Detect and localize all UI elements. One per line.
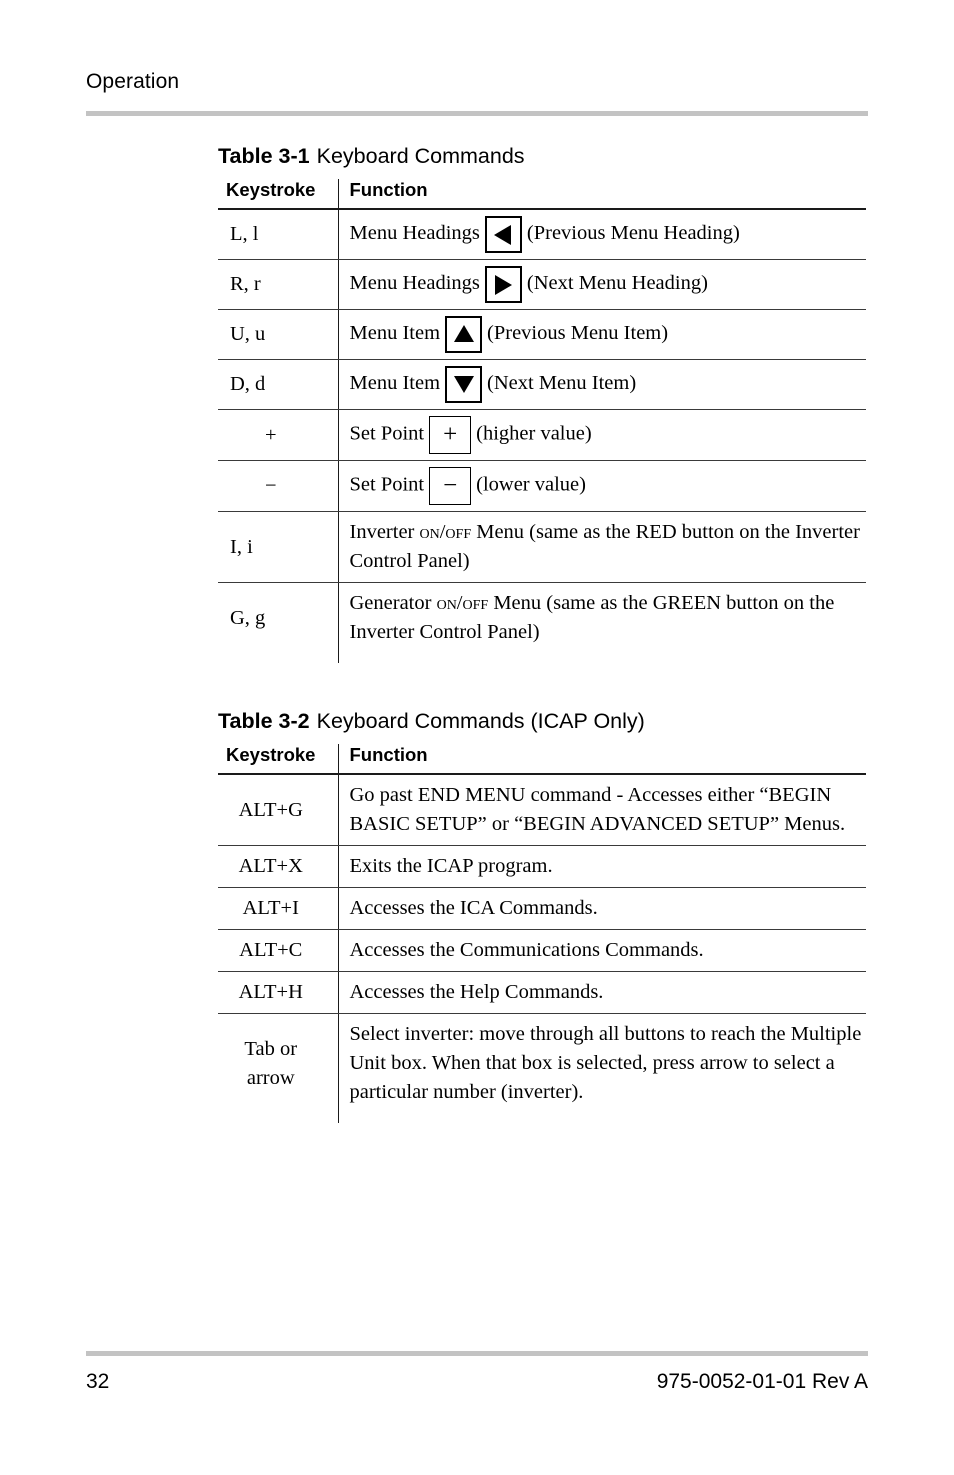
table-3-1-header-row: Keystroke Function (218, 179, 866, 210)
function-text-after: (higher value) (476, 422, 592, 445)
column-header-keystroke: Keystroke (218, 179, 339, 210)
column-header-function: Function (338, 744, 866, 775)
function-text-after: (Next Menu Item) (487, 372, 637, 395)
function-cell: Menu Headings (Next Menu Heading) (338, 259, 866, 310)
keystroke-cell: U, u (218, 309, 339, 360)
column-header-keystroke: Keystroke (218, 744, 339, 775)
table-row: L, l Menu Headings (Previous Menu Heading… (218, 209, 866, 260)
table-row: − Set Point − (lower value) (218, 460, 866, 512)
function-cell: Generator ON/OFF Menu (same as the GREEN… (338, 583, 866, 664)
function-text-before: Menu Headings (349, 222, 480, 245)
function-text-after: (Next Menu Heading) (526, 272, 708, 295)
arrow-right-icon (484, 266, 522, 303)
on-off-smallcaps: ON/OFF (436, 592, 489, 614)
table-row: ALT+I Accesses the ICA Commands. (218, 887, 866, 930)
function-cell: Accesses the Help Commands. (338, 971, 866, 1014)
function-text-before: Set Point (349, 422, 425, 445)
running-head: Operation (86, 70, 180, 93)
keystroke-cell: − (218, 460, 339, 512)
keystroke-cell: R, r (218, 259, 339, 310)
page-number: 32 (86, 1370, 110, 1393)
keystroke-cell: ALT+C (218, 929, 339, 972)
table-spacer (218, 663, 866, 707)
function-cell: Select inverter: move through all button… (349, 1023, 862, 1103)
table-row: ALT+G Go past END MENU command - Accesse… (218, 774, 866, 846)
table-row: ALT+X Exits the ICAP program. (218, 845, 866, 888)
header-rule (86, 111, 868, 116)
minus-icon: − (429, 467, 472, 505)
keystroke-cell: ALT+H (218, 971, 339, 1014)
function-cell: Menu Headings (Previous Menu Heading) (338, 209, 866, 260)
document-reference: 975-0052-01-01 Rev A (656, 1370, 868, 1393)
table-row: D, d Menu Item (Next Menu Item) (218, 359, 866, 410)
keystroke-cell: + (218, 409, 339, 461)
keystroke-cell: L, l (218, 209, 339, 260)
table-3-2: Keystroke Function ALT+G Go past END MEN… (218, 744, 866, 1123)
table-row: G, g Generator ON/OFF Menu (same as the … (218, 582, 866, 664)
function-text-after: (lower value) (476, 473, 586, 496)
function-text-before: Menu Item (349, 372, 441, 395)
table-row: Tab or arrow Select inverter: move throu… (218, 1013, 866, 1123)
function-cell: Menu Item (Next Menu Item) (338, 359, 866, 410)
keystroke-cell: I, i (218, 511, 339, 583)
table-3-1-caption-title: Keyboard Commands (316, 144, 525, 168)
table-3-1: Keystroke Function L, l Menu Headings (Pr… (218, 179, 866, 663)
function-cell: Accesses the Communications Commands. (338, 929, 866, 972)
function-cell: Accesses the ICA Commands. (338, 887, 866, 930)
table-row: ALT+C Accesses the Communications Comman… (218, 929, 866, 972)
keystroke-cell: ALT+G (218, 774, 339, 846)
table-row: + Set Point + (higher value) (218, 409, 866, 461)
plus-icon: + (429, 416, 472, 454)
arrow-up-icon (445, 316, 483, 353)
keystroke-cell: ALT+X (218, 845, 339, 888)
function-cell: Inverter ON/OFF Menu (same as the RED bu… (338, 511, 866, 583)
column-header-function: Function (338, 179, 866, 210)
table-3-2-caption: Table 3-2 Keyboard Commands (ICAP Only) (218, 707, 866, 735)
table-row: ALT+H Accesses the Help Commands. (218, 971, 866, 1014)
page-content: Table 3-1 Keyboard Commands Keystroke Fun… (218, 142, 866, 1123)
arrow-down-icon (445, 366, 483, 403)
function-text-after: (Previous Menu Item) (487, 322, 669, 345)
document-page: Operation Table 3-1 Keyboard Commands Key… (0, 0, 954, 1475)
table-3-2-caption-number: Table 3-2 (218, 709, 310, 733)
function-cell: Menu Item (Previous Menu Item) (338, 309, 866, 360)
on-off-smallcaps: ON/OFF (419, 521, 472, 543)
function-text-lead: Inverter (349, 521, 420, 543)
keystroke-cell: Tab or arrow (218, 1013, 339, 1123)
table-3-1-caption-number: Table 3-1 (218, 144, 310, 168)
keystroke-cell: G, g (218, 582, 339, 663)
table-3-1-caption: Table 3-1 Keyboard Commands (218, 142, 866, 170)
function-cell: Exits the ICAP program. (338, 845, 866, 888)
keystroke-cell: D, d (218, 359, 339, 410)
function-text-before: Set Point (349, 473, 425, 496)
table-3-2-caption-title: Keyboard Commands (ICAP Only) (316, 709, 645, 733)
function-text-after: (Previous Menu Heading) (526, 222, 740, 245)
function-cell: Set Point + (higher value) (338, 409, 866, 461)
table-row: U, u Menu Item (Previous Menu Item) (218, 309, 866, 360)
table-row: R, r Menu Headings (Next Menu Heading) (218, 259, 866, 310)
function-text-before: Menu Item (349, 322, 441, 345)
footer-rule (86, 1351, 868, 1356)
function-cell: Go past END MENU command - Accesses eith… (338, 774, 866, 846)
arrow-left-icon (484, 216, 522, 253)
function-text-lead: Generator (349, 592, 437, 614)
table-3-2-header-row: Keystroke Function (218, 744, 866, 775)
function-text-before: Menu Headings (349, 272, 480, 295)
table-row: I, i Inverter ON/OFF Menu (same as the R… (218, 511, 866, 583)
keystroke-cell: ALT+I (218, 887, 339, 930)
function-cell: Set Point − (lower value) (338, 460, 866, 512)
